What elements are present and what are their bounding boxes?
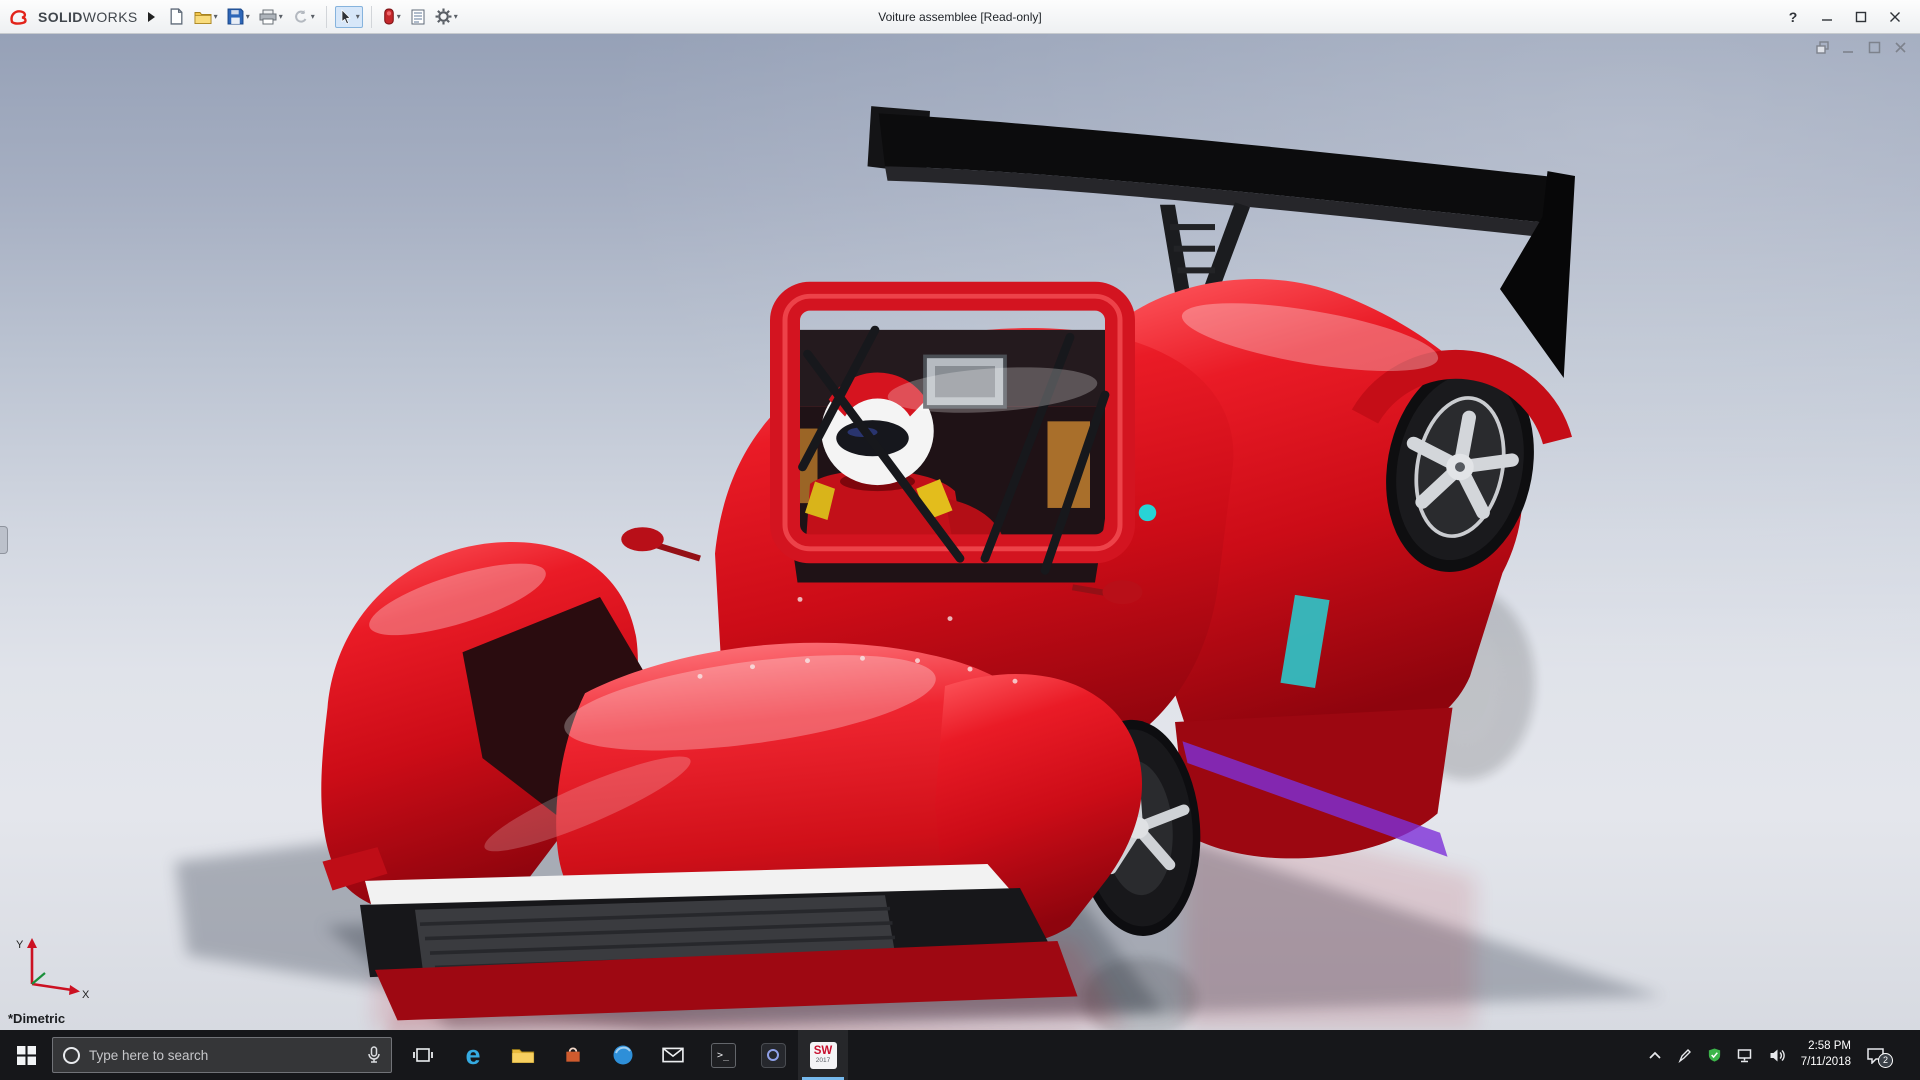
open-folder-icon [194, 11, 212, 24]
select-tool-button[interactable]: ▾ [334, 5, 363, 28]
rebuild-icon [383, 8, 394, 25]
command-prompt-button[interactable]: >_ [698, 1030, 748, 1080]
file-properties-icon [411, 9, 425, 24]
notification-badge: 2 [1878, 1052, 1893, 1068]
3d-model-scene[interactable] [0, 34, 1920, 1030]
new-document-button[interactable] [165, 5, 188, 28]
graphics-viewport[interactable]: Y X *Dimetric [0, 34, 1920, 1030]
solidworks-app-icon: SW 2017 [809, 1041, 837, 1069]
view-orientation-label: *Dimetric [8, 1011, 66, 1026]
undo-icon [294, 9, 307, 23]
orientation-triad: Y X [16, 938, 90, 1001]
pinned-apps: e >_ SW 2017 [398, 1030, 848, 1080]
solidworks-logo: SOLIDWORKS [0, 9, 144, 25]
save-button[interactable]: ▾ [224, 5, 253, 28]
edge-icon: e [465, 1039, 481, 1070]
menu-expand-arrow[interactable] [147, 11, 155, 22]
triad-y-label: Y [16, 939, 24, 951]
doc-minimize-icon[interactable] [1841, 40, 1856, 55]
solidworks-window: SOLIDWORKS ▾ ▾ ▾ ▾ ▾ ▾ ▾ Voiture assembl… [0, 0, 1920, 1080]
title-bar: SOLIDWORKS ▾ ▾ ▾ ▾ ▾ ▾ ▾ Voiture assembl… [0, 0, 1920, 34]
taskbar-search[interactable] [52, 1037, 392, 1073]
minimize-button[interactable] [1812, 4, 1842, 30]
file-explorer-button[interactable] [498, 1030, 548, 1080]
select-cursor-icon [341, 8, 351, 24]
quick-access-toolbar: ▾ ▾ ▾ ▾ ▾ ▾ ▾ [165, 5, 461, 28]
close-button[interactable] [1880, 4, 1910, 30]
shield-icon[interactable] [1707, 1047, 1722, 1063]
brand-text: SOLIDWORKS [38, 8, 138, 25]
mail-envelope-icon [662, 1047, 684, 1063]
print-icon [259, 9, 277, 24]
ds-logo-icon [10, 9, 27, 25]
dark-app-icon [760, 1042, 786, 1068]
taskbar-clock[interactable]: 2:58 PM 7/11/2018 [1801, 1039, 1851, 1070]
doc-maximize-icon[interactable] [1867, 40, 1882, 55]
volume-icon[interactable] [1769, 1048, 1786, 1063]
clock-date: 7/11/2018 [1800, 1056, 1851, 1068]
store-bag-icon [566, 1047, 580, 1062]
options-button[interactable]: ▾ [432, 5, 461, 28]
window-controls: ? [1778, 4, 1920, 30]
undo-button[interactable]: ▾ [289, 6, 318, 28]
pen-icon[interactable] [1677, 1048, 1692, 1063]
command-prompt-icon: >_ [710, 1042, 736, 1068]
edge-browser-button[interactable]: e [448, 1030, 498, 1080]
options-gear-icon [435, 8, 452, 25]
doc-close-icon[interactable] [1893, 40, 1908, 55]
system-tray: 2:58 PM 7/11/2018 2 [1640, 1030, 1920, 1080]
file-properties-button[interactable] [407, 6, 429, 28]
network-icon[interactable] [1737, 1048, 1754, 1063]
search-input[interactable] [89, 1047, 358, 1063]
front-splitter[interactable] [360, 864, 1078, 1021]
action-center-button[interactable]: 2 [1866, 1047, 1893, 1068]
close-icon [1890, 11, 1900, 22]
windows-taskbar: e [0, 1030, 1920, 1080]
cortana-icon [63, 1046, 80, 1064]
minimize-icon [1822, 18, 1832, 21]
maximize-icon [1855, 11, 1867, 22]
microphone-icon[interactable] [367, 1046, 381, 1064]
doc-restore-icon[interactable] [1815, 40, 1830, 55]
start-button[interactable] [0, 1030, 52, 1080]
save-icon [227, 8, 244, 25]
task-view-button[interactable] [398, 1030, 448, 1080]
help-button[interactable]: ? [1778, 4, 1808, 30]
solidworks-taskbar-button[interactable]: SW 2017 [798, 1030, 848, 1080]
clock-time: 2:58 PM [1808, 1040, 1851, 1053]
mail-button[interactable] [648, 1030, 698, 1080]
new-document-icon [170, 8, 183, 25]
rebuild-button[interactable]: ▾ [380, 5, 404, 28]
dark-app-button[interactable] [748, 1030, 798, 1080]
document-window-controls [1815, 40, 1908, 55]
task-view-icon [413, 1048, 433, 1062]
maximize-button[interactable] [1846, 4, 1876, 30]
cyan-accent [1138, 504, 1157, 522]
blue-circle-app-icon [613, 1045, 633, 1065]
print-button[interactable]: ▾ [256, 6, 286, 28]
toolbar-separator [370, 5, 372, 28]
triad-x-label: X [82, 989, 90, 1001]
file-explorer-icon [511, 1048, 535, 1063]
featuremanager-collapsed-tab[interactable] [0, 526, 8, 554]
blue-app-button[interactable] [598, 1030, 648, 1080]
open-button[interactable]: ▾ [191, 6, 221, 28]
toolbar-separator [325, 5, 327, 28]
store-button[interactable] [548, 1030, 598, 1080]
windows-logo-icon [16, 1045, 36, 1065]
hidden-icons-chevron[interactable] [1648, 1050, 1662, 1060]
